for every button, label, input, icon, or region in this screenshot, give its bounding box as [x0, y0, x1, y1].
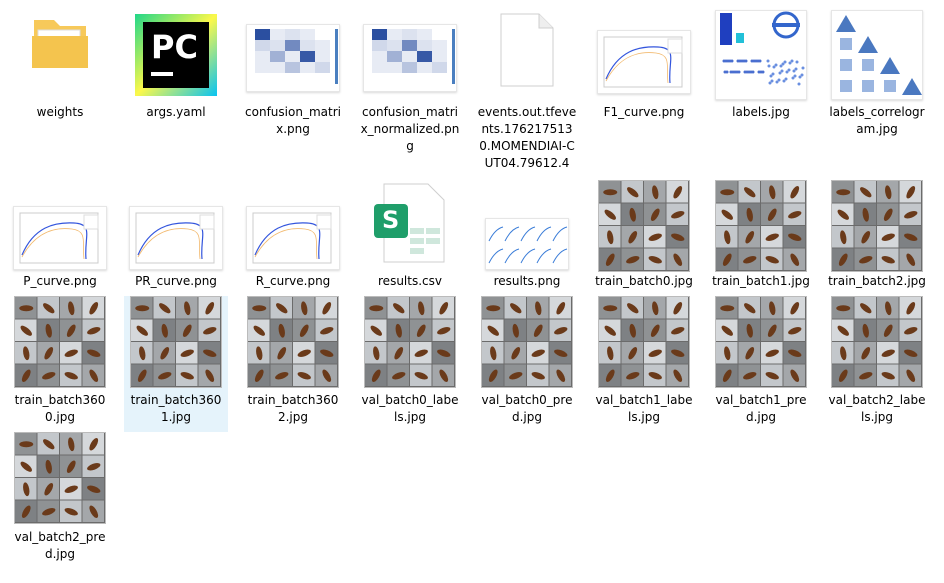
file-name-label: train_batch2.jpg [828, 274, 926, 288]
pycharm-logo-text: PC [151, 28, 198, 66]
file-name-label: val_batch0_pred.jpg [481, 393, 573, 424]
image-thumbnail-icon [13, 206, 107, 270]
file-name-label: args.yaml [146, 105, 206, 119]
file-item[interactable]: results.png [475, 176, 579, 294]
sheet-logo-text: S [382, 206, 400, 234]
file-item[interactable]: F1_curve.png [592, 0, 696, 176]
image-thumbnail-icon [246, 206, 340, 270]
file-item[interactable]: val_batch1_pred.jpg [709, 296, 813, 432]
file-item[interactable]: confusion_matrix.png [241, 0, 345, 176]
image-thumbnail-icon [129, 206, 223, 270]
file-name-label: val_batch2_pred.jpg [14, 530, 106, 561]
file-item[interactable]: train_batch0.jpg [592, 176, 696, 294]
pycharm-icon: PC [135, 14, 217, 96]
image-thumbnail-icon [831, 10, 923, 100]
file-item[interactable]: train_batch3601.jpg [124, 296, 228, 432]
file-name-label: labels_correlogram.jpg [829, 105, 925, 136]
folder-icon [28, 14, 92, 74]
file-item[interactable]: PC args.yaml [124, 0, 228, 176]
file-name-label: val_batch0_labels.jpg [361, 393, 459, 424]
image-thumbnail-icon [364, 296, 456, 388]
image-thumbnail-icon [598, 180, 690, 272]
pycharm-underline [151, 72, 173, 76]
file-name-label: PR_curve.png [135, 274, 217, 288]
file-name-label: events.out.tfevents.1762175130.MOMENDIAI… [477, 105, 577, 170]
file-name-label: train_batch3600.jpg [14, 393, 106, 424]
image-thumbnail-icon [485, 218, 569, 270]
file-item[interactable]: weights [8, 0, 112, 176]
image-thumbnail-icon [598, 296, 690, 388]
file-name-label: train_batch3601.jpg [130, 393, 222, 424]
file-item[interactable]: PR_curve.png [124, 176, 228, 294]
file-item[interactable]: labels_correlogram.jpg [825, 0, 929, 176]
file-item[interactable]: confusion_matrix_normalized.png [358, 0, 462, 176]
file-name-label: results.csv [378, 274, 442, 288]
file-item[interactable]: val_batch1_labels.jpg [592, 296, 696, 432]
image-thumbnail-icon [14, 296, 106, 388]
file-name-label: train_batch1.jpg [712, 274, 810, 288]
file-name-label: val_batch1_pred.jpg [715, 393, 807, 424]
file-name-label: confusion_matrix_normalized.png [360, 105, 460, 153]
image-thumbnail-icon [363, 24, 457, 92]
file-name-label: train_batch0.jpg [595, 274, 693, 288]
file-name-label: confusion_matrix.png [245, 105, 341, 136]
file-icon [497, 12, 557, 88]
image-thumbnail-icon [715, 180, 807, 272]
file-name-label: F1_curve.png [603, 105, 685, 119]
file-item[interactable]: train_batch2.jpg [825, 176, 929, 294]
image-thumbnail-icon [597, 30, 691, 94]
file-item[interactable]: train_batch1.jpg [709, 176, 813, 294]
spreadsheet-icon: S [370, 182, 450, 266]
file-item[interactable]: P_curve.png [8, 176, 112, 294]
file-item[interactable]: events.out.tfevents.1762175130.MOMENDIAI… [475, 0, 579, 176]
image-thumbnail-icon [715, 10, 807, 100]
file-item[interactable]: labels.jpg [709, 0, 813, 176]
file-name-label: val_batch1_labels.jpg [595, 393, 693, 424]
file-item[interactable]: train_batch3600.jpg [8, 296, 112, 432]
file-name-label: train_batch3602.jpg [247, 393, 339, 424]
image-thumbnail-icon [130, 296, 222, 388]
image-thumbnail-icon [246, 24, 340, 92]
image-thumbnail-icon [481, 296, 573, 388]
file-name-label: labels.jpg [732, 105, 790, 119]
image-thumbnail-icon [14, 432, 106, 524]
file-name-label: results.png [493, 274, 561, 288]
file-item[interactable]: val_batch0_labels.jpg [358, 296, 462, 432]
file-item[interactable]: val_batch0_pred.jpg [475, 296, 579, 432]
file-item[interactable]: val_batch2_labels.jpg [825, 296, 929, 432]
file-name-label: R_curve.png [255, 274, 331, 288]
file-name-label: val_batch2_labels.jpg [828, 393, 926, 424]
image-thumbnail-icon [247, 296, 339, 388]
file-item[interactable]: Sresults.csv [358, 176, 462, 294]
image-thumbnail-icon [831, 180, 923, 272]
file-item[interactable]: R_curve.png [241, 176, 345, 294]
image-thumbnail-icon [831, 296, 923, 388]
file-item[interactable]: train_batch3602.jpg [241, 296, 345, 432]
file-name-label: P_curve.png [23, 274, 97, 288]
file-item[interactable]: val_batch2_pred.jpg [8, 432, 112, 583]
file-name-label: weights [36, 105, 84, 119]
image-thumbnail-icon [715, 296, 807, 388]
